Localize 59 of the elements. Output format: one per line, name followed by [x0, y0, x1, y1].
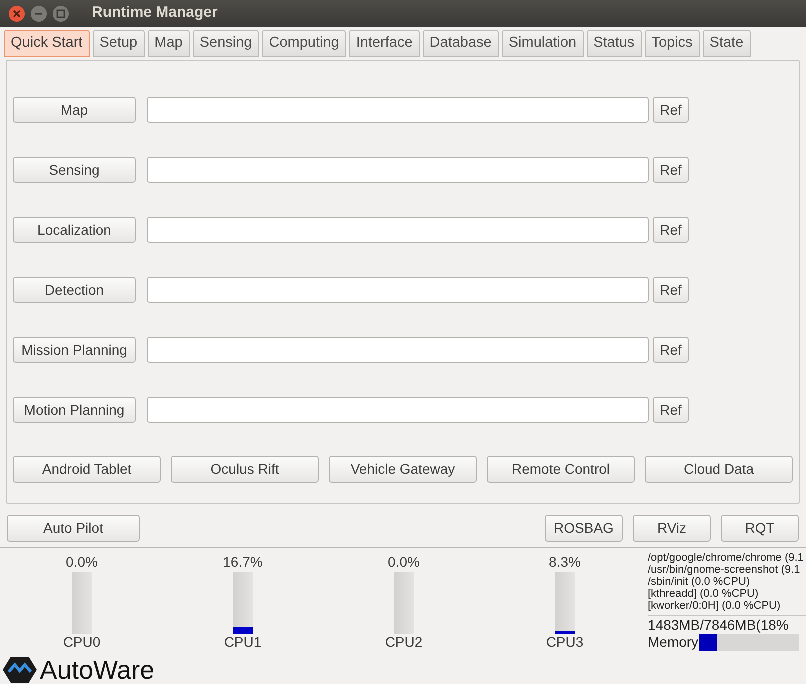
device-button[interactable]: Vehicle Gateway: [329, 456, 477, 483]
window-title: Runtime Manager: [92, 3, 218, 24]
path-field[interactable]: [147, 217, 649, 243]
tab[interactable]: Sensing: [192, 30, 260, 57]
cpu-label: CPU2: [385, 634, 423, 650]
cpu-label: CPU1: [224, 634, 262, 650]
path-field[interactable]: [147, 337, 649, 363]
device-button[interactable]: Remote Control: [487, 456, 635, 483]
tool-button[interactable]: ROSBAG: [545, 515, 623, 542]
device-button[interactable]: Oculus Rift: [171, 456, 319, 483]
path-field[interactable]: [147, 397, 649, 423]
cpu-reading: 0.0%: [388, 554, 420, 570]
launch-button[interactable]: Detection: [13, 277, 136, 303]
logo-icon: [2, 656, 38, 684]
process-entry: /opt/google/chrome/chrome (9.1: [648, 552, 805, 564]
path-field[interactable]: [147, 277, 649, 303]
tab[interactable]: Interface: [349, 30, 420, 57]
cpu-label: CPU0: [63, 634, 101, 650]
cpu-reading: 0.0%: [66, 554, 98, 570]
ref-button[interactable]: Ref: [653, 217, 689, 243]
tab[interactable]: Status: [586, 30, 642, 57]
process-entry: /sbin/init (0.0 %CPU): [648, 576, 752, 588]
process-entry: [kthreadd] (0.0 %CPU): [648, 588, 760, 600]
close-icon[interactable]: [8, 4, 26, 22]
auto-pilot-button[interactable]: Auto Pilot: [7, 515, 140, 542]
tab[interactable]: Quick Start: [4, 30, 90, 57]
tab[interactable]: Map: [148, 30, 190, 57]
ref-button[interactable]: Ref: [653, 337, 689, 363]
cpu-reading: 8.3%: [549, 554, 581, 570]
tool-button[interactable]: RQT: [721, 515, 799, 542]
memory-reading: 1483MB/7846MB(18%: [648, 617, 790, 634]
ref-button[interactable]: Ref: [653, 277, 689, 303]
device-button[interactable]: Android Tablet: [13, 456, 161, 483]
memory-label: Memory: [648, 634, 699, 651]
tab[interactable]: Computing: [262, 30, 346, 57]
path-field[interactable]: [147, 157, 649, 183]
launch-button[interactable]: Motion Planning: [13, 397, 136, 423]
ref-button[interactable]: Ref: [653, 97, 689, 123]
cpu-reading: 16.7%: [223, 554, 263, 570]
process-entry: [kworker/0:0H] (0.0 %CPU): [648, 600, 782, 612]
ref-button[interactable]: Ref: [653, 397, 689, 423]
launch-button[interactable]: Map: [13, 97, 136, 123]
launch-button[interactable]: Mission Planning: [13, 337, 136, 363]
ref-button[interactable]: Ref: [653, 157, 689, 183]
launch-button[interactable]: Localization: [13, 217, 136, 243]
cpu-label: CPU3: [546, 634, 584, 650]
process-entry: /usr/bin/gnome-screenshot (9.1: [648, 564, 802, 576]
path-field[interactable]: [147, 97, 649, 123]
tab[interactable]: Topics: [644, 30, 700, 57]
maximize-icon[interactable]: [52, 4, 70, 22]
tab[interactable]: Setup: [92, 30, 145, 57]
launch-button[interactable]: Sensing: [13, 157, 136, 183]
tool-button[interactable]: RViz: [633, 515, 711, 542]
tab[interactable]: State: [702, 30, 751, 57]
tab[interactable]: Database: [422, 30, 499, 57]
logo-text: AutoWare: [40, 656, 155, 684]
device-button[interactable]: Cloud Data: [645, 456, 793, 483]
tab[interactable]: Simulation: [502, 30, 584, 57]
minimize-icon[interactable]: [30, 4, 48, 22]
